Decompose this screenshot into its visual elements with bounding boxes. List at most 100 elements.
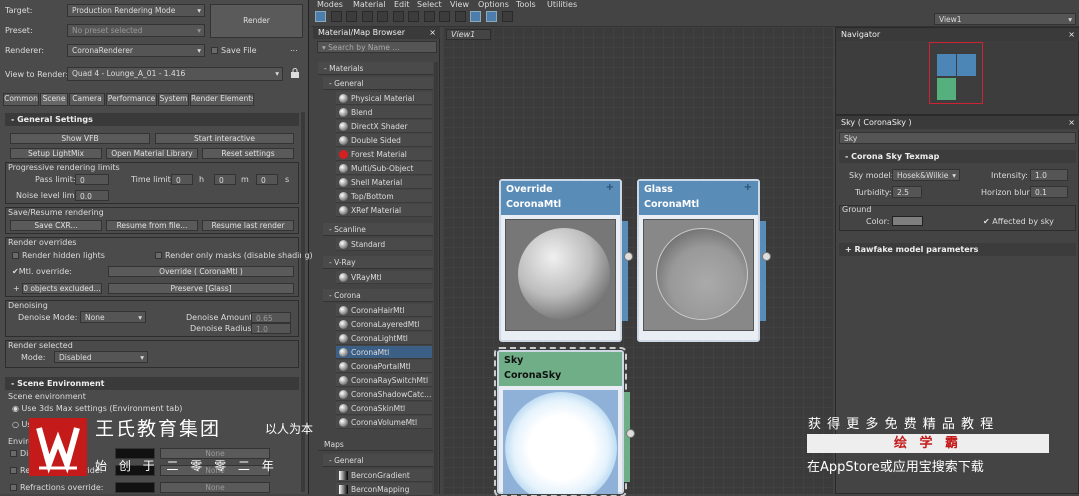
select-icon[interactable] bbox=[315, 11, 326, 22]
menu-view[interactable]: View bbox=[450, 0, 469, 9]
start-interactive-button[interactable]: Start interactive bbox=[155, 133, 294, 144]
material-item[interactable]: CoronaPortalMtl bbox=[336, 360, 432, 373]
save-file-checkbox[interactable]: Save File bbox=[211, 46, 257, 55]
material-item[interactable]: CoronaSkinMtl bbox=[336, 402, 432, 415]
pick-material-icon[interactable] bbox=[330, 11, 342, 22]
material-item[interactable]: BerconGradient bbox=[336, 469, 432, 482]
more-button[interactable]: ... bbox=[290, 44, 298, 53]
category-maps-general[interactable]: - General bbox=[323, 454, 433, 467]
denoise-mode-dropdown[interactable]: None ▾ bbox=[80, 311, 146, 323]
general-settings-header[interactable]: - General Settings bbox=[5, 113, 299, 126]
view-dropdown[interactable]: View1 ▾ bbox=[934, 13, 1076, 25]
category-vray[interactable]: - V-Ray bbox=[323, 256, 433, 269]
material-item[interactable]: Forest Material bbox=[336, 148, 432, 161]
material-item[interactable]: CoronaLightMtl bbox=[336, 332, 432, 345]
sky-name-input[interactable]: Sky bbox=[839, 132, 1076, 144]
material-browser-icon[interactable] bbox=[486, 11, 498, 22]
horizon-blur-input[interactable]: 0.1 bbox=[1030, 186, 1068, 198]
render-only-masks-checkbox[interactable]: Render only masks (disable shading) bbox=[155, 251, 313, 260]
browser-search-input[interactable]: ▾ Search by Name ... bbox=[317, 41, 437, 53]
background-icon[interactable] bbox=[423, 11, 435, 22]
layout-icon[interactable] bbox=[439, 11, 451, 22]
lock-icon[interactable] bbox=[291, 68, 299, 78]
tab-render-elements[interactable]: Render Elements bbox=[190, 93, 254, 106]
refractions-map-button[interactable]: None bbox=[160, 482, 270, 493]
layout-children-icon[interactable] bbox=[454, 11, 466, 22]
render-hidden-lights-checkbox[interactable]: Render hidden lights bbox=[12, 251, 105, 260]
material-item[interactable]: Blend bbox=[336, 106, 432, 119]
node-sky-coronasky[interactable]: Sky CoronaSky bbox=[494, 347, 635, 496]
renderer-dropdown[interactable]: CoronaRenderer ▾ bbox=[67, 44, 205, 57]
plus-icon[interactable]: + bbox=[744, 182, 752, 193]
override-material-button[interactable]: Override ( CoronaMtl ) bbox=[108, 266, 294, 277]
category-corona[interactable]: - Corona bbox=[323, 289, 433, 302]
target-dropdown[interactable]: Production Rendering Mode ▾ bbox=[67, 4, 205, 17]
menu-edit[interactable]: Edit bbox=[394, 0, 410, 9]
material-id-icon[interactable] bbox=[392, 11, 404, 22]
menu-modes[interactable]: Modes bbox=[317, 0, 343, 9]
material-item[interactable]: CoronaRaySwitchMtl bbox=[336, 374, 432, 387]
denoise-radius-input[interactable]: 1.0 bbox=[251, 323, 291, 334]
tab-scene[interactable]: Scene bbox=[40, 93, 68, 106]
refractions-color-swatch[interactable] bbox=[115, 482, 155, 493]
view-to-render-dropdown[interactable]: Quad 4 - Lounge_A_01 - 1.416 ▾ bbox=[67, 67, 283, 81]
affected-by-sky-checkbox[interactable]: ✔ Affected by sky bbox=[983, 217, 1054, 226]
node-glass-coronamtl[interactable]: Glass CoronaMtl + bbox=[637, 179, 771, 342]
category-scanline[interactable]: - Scanline bbox=[323, 223, 433, 236]
menu-utilities[interactable]: Utilities bbox=[547, 0, 577, 9]
browser-scrollbar[interactable] bbox=[434, 62, 438, 494]
resume-from-file-button[interactable]: Resume from file... bbox=[106, 220, 198, 231]
category-general[interactable]: - General bbox=[323, 77, 433, 90]
objects-excluded-button[interactable]: 0 objects excluded... bbox=[22, 283, 102, 294]
material-item[interactable]: Multi/Sub-Object bbox=[336, 162, 432, 175]
use-3dsmax-radio[interactable]: ◉ Use 3ds Max settings (Environment tab) bbox=[12, 404, 182, 413]
tab-performance[interactable]: Performance bbox=[106, 93, 157, 106]
preset-dropdown[interactable]: No preset selected ▾ bbox=[67, 24, 205, 37]
material-item[interactable]: CoronaShadowCatc... bbox=[336, 388, 432, 401]
material-item[interactable]: Standard bbox=[336, 238, 432, 251]
menu-material[interactable]: Material bbox=[353, 0, 386, 9]
tab-system[interactable]: System bbox=[158, 93, 189, 106]
render-selected-mode-dropdown[interactable]: Disabled ▾ bbox=[54, 351, 148, 363]
reset-settings-button[interactable]: Reset settings bbox=[202, 148, 294, 159]
refractions-override-checkbox[interactable]: Refractions override: bbox=[10, 483, 103, 492]
turbidity-input[interactable]: 2.5 bbox=[892, 186, 922, 198]
tab-camera[interactable]: Camera bbox=[69, 93, 105, 106]
close-icon[interactable]: × bbox=[429, 27, 436, 39]
corona-sky-texmap-header[interactable]: - Corona Sky Texmap bbox=[839, 150, 1076, 163]
scene-environment-header[interactable]: - Scene Environment bbox=[5, 377, 299, 390]
material-item[interactable]: CoronaMtl bbox=[336, 346, 432, 359]
time-minutes-input[interactable]: 0 bbox=[214, 174, 236, 185]
time-hours-input[interactable]: 0 bbox=[171, 174, 193, 185]
mtl-override-checkbox[interactable]: ✔Mtl. override: bbox=[12, 267, 72, 276]
node-output-socket[interactable] bbox=[624, 252, 633, 261]
ground-color-swatch[interactable] bbox=[892, 216, 923, 226]
material-item[interactable]: CoronaVolumeMtl bbox=[336, 416, 432, 429]
preserve-glass-button[interactable]: Preserve [Glass] bbox=[108, 283, 294, 294]
noise-limit-input[interactable]: 0.0 bbox=[75, 190, 109, 201]
close-icon[interactable]: × bbox=[1068, 28, 1075, 41]
tab-common[interactable]: Common bbox=[3, 93, 39, 106]
menu-select[interactable]: Select bbox=[417, 0, 442, 9]
rawfake-parameters-header[interactable]: + Rawfake model parameters bbox=[839, 243, 1076, 256]
sky-model-dropdown[interactable]: Hosek&Wilkie ▾ bbox=[892, 169, 960, 181]
plus-icon[interactable]: + bbox=[606, 182, 614, 193]
resume-last-render-button[interactable]: Resume last render bbox=[202, 220, 294, 231]
move-children-icon[interactable] bbox=[377, 11, 389, 22]
material-item[interactable]: Double Sided bbox=[336, 134, 432, 147]
material-item[interactable]: Physical Material bbox=[336, 92, 432, 105]
render-button[interactable]: Render bbox=[210, 4, 303, 38]
material-item[interactable]: CoronaLayeredMtl bbox=[336, 318, 432, 331]
setup-lightmix-button[interactable]: Setup LightMix bbox=[10, 148, 102, 159]
pass-limit-input[interactable]: 0 bbox=[75, 174, 109, 185]
node-override-coronamtl[interactable]: Override CoronaMtl + bbox=[499, 179, 633, 342]
menu-options[interactable]: Options bbox=[478, 0, 509, 9]
plus-icon[interactable]: + bbox=[13, 284, 20, 293]
assign-material-icon[interactable] bbox=[346, 11, 358, 22]
material-item[interactable]: Shell Material bbox=[336, 176, 432, 189]
material-parameter-editor-icon[interactable] bbox=[470, 11, 482, 22]
show-map-icon[interactable] bbox=[408, 11, 420, 22]
open-material-library-button[interactable]: Open Material Library bbox=[106, 148, 198, 159]
tab-view1[interactable]: View1 bbox=[446, 29, 491, 40]
node-output-socket[interactable] bbox=[762, 252, 771, 261]
